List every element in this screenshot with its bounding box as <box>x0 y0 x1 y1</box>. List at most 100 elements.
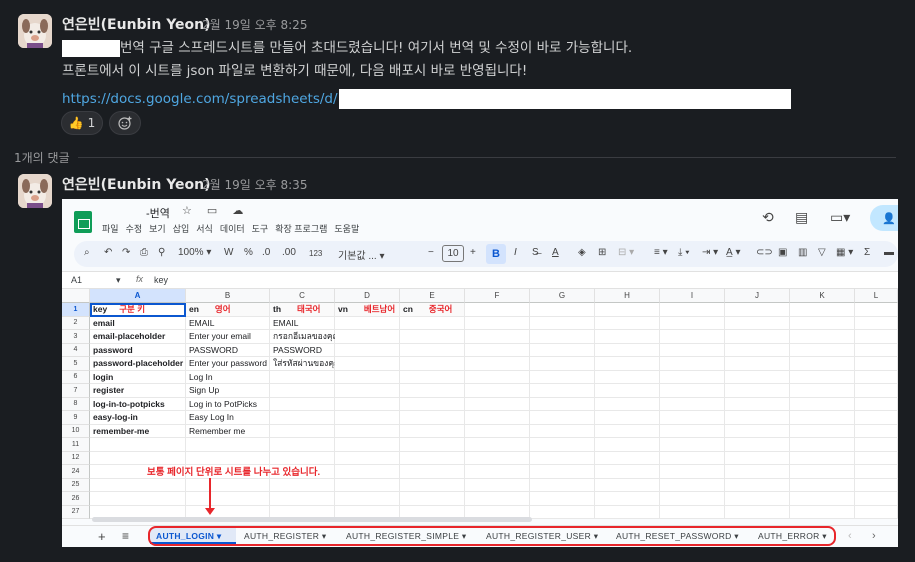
grid-cell[interactable]: Sign Up <box>186 384 270 398</box>
number-format-button[interactable]: 123 <box>309 249 322 258</box>
grid-cell[interactable] <box>186 478 270 492</box>
grid-cell[interactable] <box>90 492 186 506</box>
column-header[interactable]: B <box>186 289 270 303</box>
reaction-thumbs-up[interactable]: 👍 1 <box>61 111 103 135</box>
grid-cell[interactable] <box>790 478 855 492</box>
grid-cell[interactable] <box>725 330 790 344</box>
grid-cell[interactable] <box>400 384 465 398</box>
grid-cell[interactable]: กรอกอีเมลของคุณ <box>270 330 340 344</box>
wrap-icon[interactable]: ⇥ ▾ <box>702 247 718 258</box>
align-icon[interactable]: ≡ ▾ <box>654 247 668 258</box>
grid-cell[interactable] <box>335 384 400 398</box>
comment-icon[interactable]: ▤ <box>795 209 808 226</box>
add-sheet-button[interactable]: + <box>98 529 106 544</box>
grid-cell[interactable] <box>465 492 530 506</box>
grid-cell[interactable] <box>595 316 660 330</box>
grid-cell[interactable] <box>660 411 725 425</box>
grid-cell[interactable] <box>465 411 530 425</box>
column-header[interactable]: D <box>335 289 400 303</box>
grid-cell[interactable] <box>465 370 530 384</box>
sheets-title[interactable]: -번역 <box>146 205 170 221</box>
grid-cell[interactable] <box>465 451 530 465</box>
grid-cell[interactable]: th 태국어 <box>270 303 335 317</box>
input-tools-icon[interactable]: ▬ <box>884 247 894 258</box>
grid-cell[interactable] <box>855 384 898 398</box>
column-header[interactable]: A <box>90 289 186 303</box>
grid-cell[interactable]: register <box>90 384 186 398</box>
grid-cell[interactable] <box>595 384 660 398</box>
grid-cell[interactable] <box>465 397 530 411</box>
grid-cell[interactable]: key 구분 키 <box>90 303 186 317</box>
grid-cell[interactable] <box>335 465 400 479</box>
grid-cell[interactable] <box>530 343 595 357</box>
menu-tools[interactable]: 도구 <box>252 224 269 234</box>
grid-cell[interactable] <box>660 438 725 452</box>
grid-cell[interactable] <box>660 505 725 519</box>
grid-cell[interactable] <box>465 478 530 492</box>
column-header[interactable]: G <box>530 289 595 303</box>
grid-cell[interactable] <box>530 438 595 452</box>
grid-cell[interactable] <box>270 411 335 425</box>
grid-cell[interactable]: ใส่รหัสผ่านของคุณ <box>270 357 342 371</box>
rotate-icon[interactable]: A̲ ▾ <box>726 247 740 258</box>
grid-cell[interactable] <box>660 465 725 479</box>
grid-cell[interactable] <box>335 451 400 465</box>
grid-cell[interactable] <box>465 303 530 317</box>
functions-icon[interactable]: Σ <box>864 247 870 258</box>
grid-cell[interactable] <box>855 397 898 411</box>
formula-input[interactable]: key <box>154 275 168 285</box>
grid-cell[interactable] <box>400 438 465 452</box>
grid-cell[interactable] <box>400 316 465 330</box>
grid-cell[interactable] <box>790 465 855 479</box>
grid-cell[interactable] <box>790 424 855 438</box>
grid-cell[interactable] <box>660 492 725 506</box>
column-header[interactable]: F <box>465 289 530 303</box>
borders-icon[interactable]: ⊞ <box>598 247 606 258</box>
row-header[interactable]: 24 <box>62 465 90 479</box>
grid-cell[interactable] <box>725 478 790 492</box>
spreadsheet-link[interactable]: https://docs.google.com/spreadsheets/d/ <box>62 89 791 109</box>
grid-cell[interactable] <box>660 397 725 411</box>
column-header[interactable]: L <box>855 289 898 303</box>
grid-cell[interactable] <box>90 478 186 492</box>
grid-cell[interactable] <box>400 492 465 506</box>
menu-file[interactable]: 파일 <box>102 224 119 234</box>
grid-cell[interactable] <box>270 370 335 384</box>
grid-cell[interactable] <box>660 384 725 398</box>
grid-cell[interactable] <box>660 478 725 492</box>
grid-cell[interactable]: Log In <box>186 370 270 384</box>
tab-scroll-left-icon[interactable]: ‹ <box>848 530 852 542</box>
grid-cell[interactable] <box>465 330 530 344</box>
grid-cell[interactable] <box>400 451 465 465</box>
font-size-increase[interactable]: + <box>470 247 476 258</box>
column-header[interactable]: K <box>790 289 855 303</box>
grid-cell[interactable] <box>270 397 335 411</box>
grid-cell[interactable] <box>400 370 465 384</box>
grid-cell[interactable] <box>530 451 595 465</box>
grid-cell[interactable] <box>335 424 400 438</box>
grid-cell[interactable] <box>595 397 660 411</box>
menu-view[interactable]: 보기 <box>149 224 166 234</box>
grid-cell[interactable] <box>400 411 465 425</box>
menu-edit[interactable]: 수정 <box>126 224 143 234</box>
grid-cell[interactable] <box>465 424 530 438</box>
message-timestamp[interactable]: 2월 19일 오후 8:25 <box>202 16 307 33</box>
select-all-corner[interactable] <box>62 289 90 303</box>
print-icon[interactable]: ⎙ <box>140 247 148 258</box>
font-select[interactable]: 기본값 ... ▾ <box>338 247 385 262</box>
grid-cell[interactable] <box>530 505 595 519</box>
grid-cell[interactable] <box>725 424 790 438</box>
grid-cell[interactable] <box>660 303 725 317</box>
grid-cell[interactable] <box>855 505 898 519</box>
filter-views-icon[interactable]: ▦ ▾ <box>836 247 853 258</box>
zoom-select[interactable]: 100% ▾ <box>178 247 211 258</box>
valign-icon[interactable]: ⤓ ▾ <box>678 247 689 258</box>
grid-cell[interactable] <box>725 465 790 479</box>
undo-icon[interactable]: ↶ <box>104 247 112 258</box>
grid-cell[interactable] <box>530 357 595 371</box>
grid-cell[interactable] <box>335 316 400 330</box>
decrease-decimal-button[interactable]: .0 <box>262 247 270 258</box>
grid-cell[interactable] <box>335 370 400 384</box>
grid-cell[interactable] <box>855 451 898 465</box>
grid-cell[interactable]: log-in-to-potpicks <box>90 397 186 411</box>
